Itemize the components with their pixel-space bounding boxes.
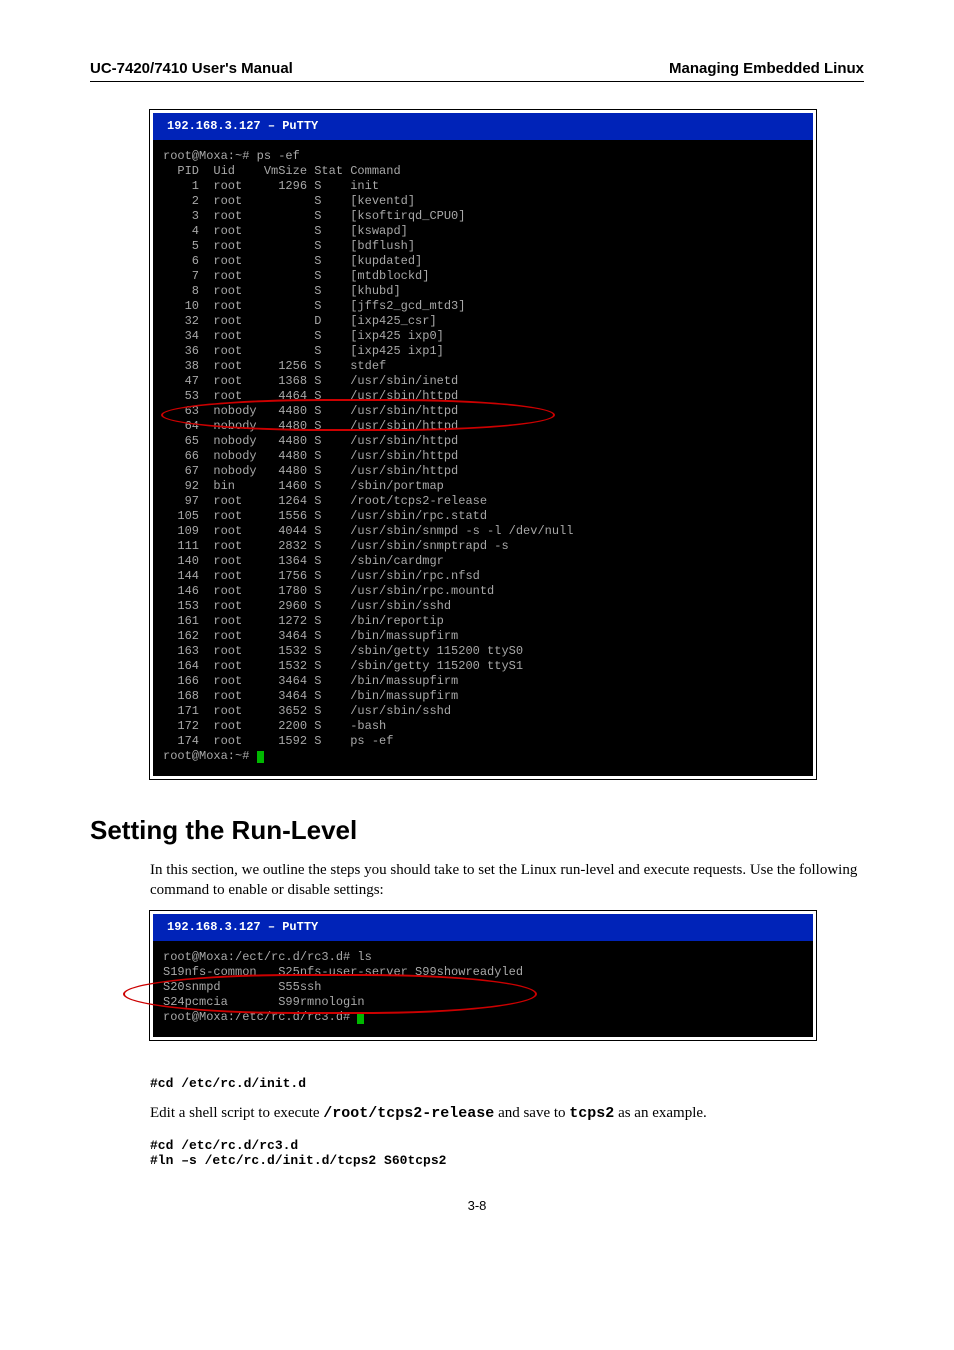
command-block-2: #cd /etc/rc.d/rc3.d #ln –s /etc/rc.d/ini… — [150, 1138, 864, 1168]
section-heading: Setting the Run-Level — [90, 815, 864, 846]
page-number: 3-8 — [90, 1198, 864, 1213]
terminal-window-1: 192.168.3.127 – PuTTY root@Moxa:~# ps -e… — [150, 110, 816, 779]
section-paragraph-2: Edit a shell script to execute /root/tcp… — [150, 1103, 864, 1124]
page-header: UC-7420/7410 User's Manual Managing Embe… — [90, 60, 864, 82]
inline-code-1: /root/tcps2-release — [323, 1105, 494, 1122]
header-left: UC-7420/7410 User's Manual — [90, 60, 293, 77]
terminal-title-2: 192.168.3.127 – PuTTY — [153, 914, 813, 942]
terminal-output-1: root@Moxa:~# ps -ef PID Uid VmSize Stat … — [163, 149, 573, 748]
command-block-1: #cd /etc/rc.d/init.d — [150, 1076, 864, 1091]
para2a: Edit a shell script to execute — [150, 1105, 323, 1121]
inline-code-2: tcps2 — [569, 1105, 614, 1122]
terminal-title-1: 192.168.3.127 – PuTTY — [153, 113, 813, 141]
highlight-ellipse-2 — [123, 974, 537, 1014]
para2e: as an example. — [614, 1105, 706, 1121]
terminal-window-2: 192.168.3.127 – PuTTY root@Moxa:/ect/rc.… — [150, 911, 816, 1040]
terminal-cursor-icon — [257, 751, 264, 763]
header-right: Managing Embedded Linux — [669, 60, 864, 77]
terminal-body-2: root@Moxa:/ect/rc.d/rc3.d# ls S19nfs-com… — [153, 942, 813, 1037]
terminal-body-1: root@Moxa:~# ps -ef PID Uid VmSize Stat … — [153, 141, 813, 776]
highlight-ellipse-1 — [161, 399, 555, 431]
para2c: and save to — [494, 1105, 569, 1121]
section-paragraph-1: In this section, we outline the steps yo… — [150, 860, 864, 901]
terminal-prompt-1: root@Moxa:~# — [163, 749, 257, 763]
